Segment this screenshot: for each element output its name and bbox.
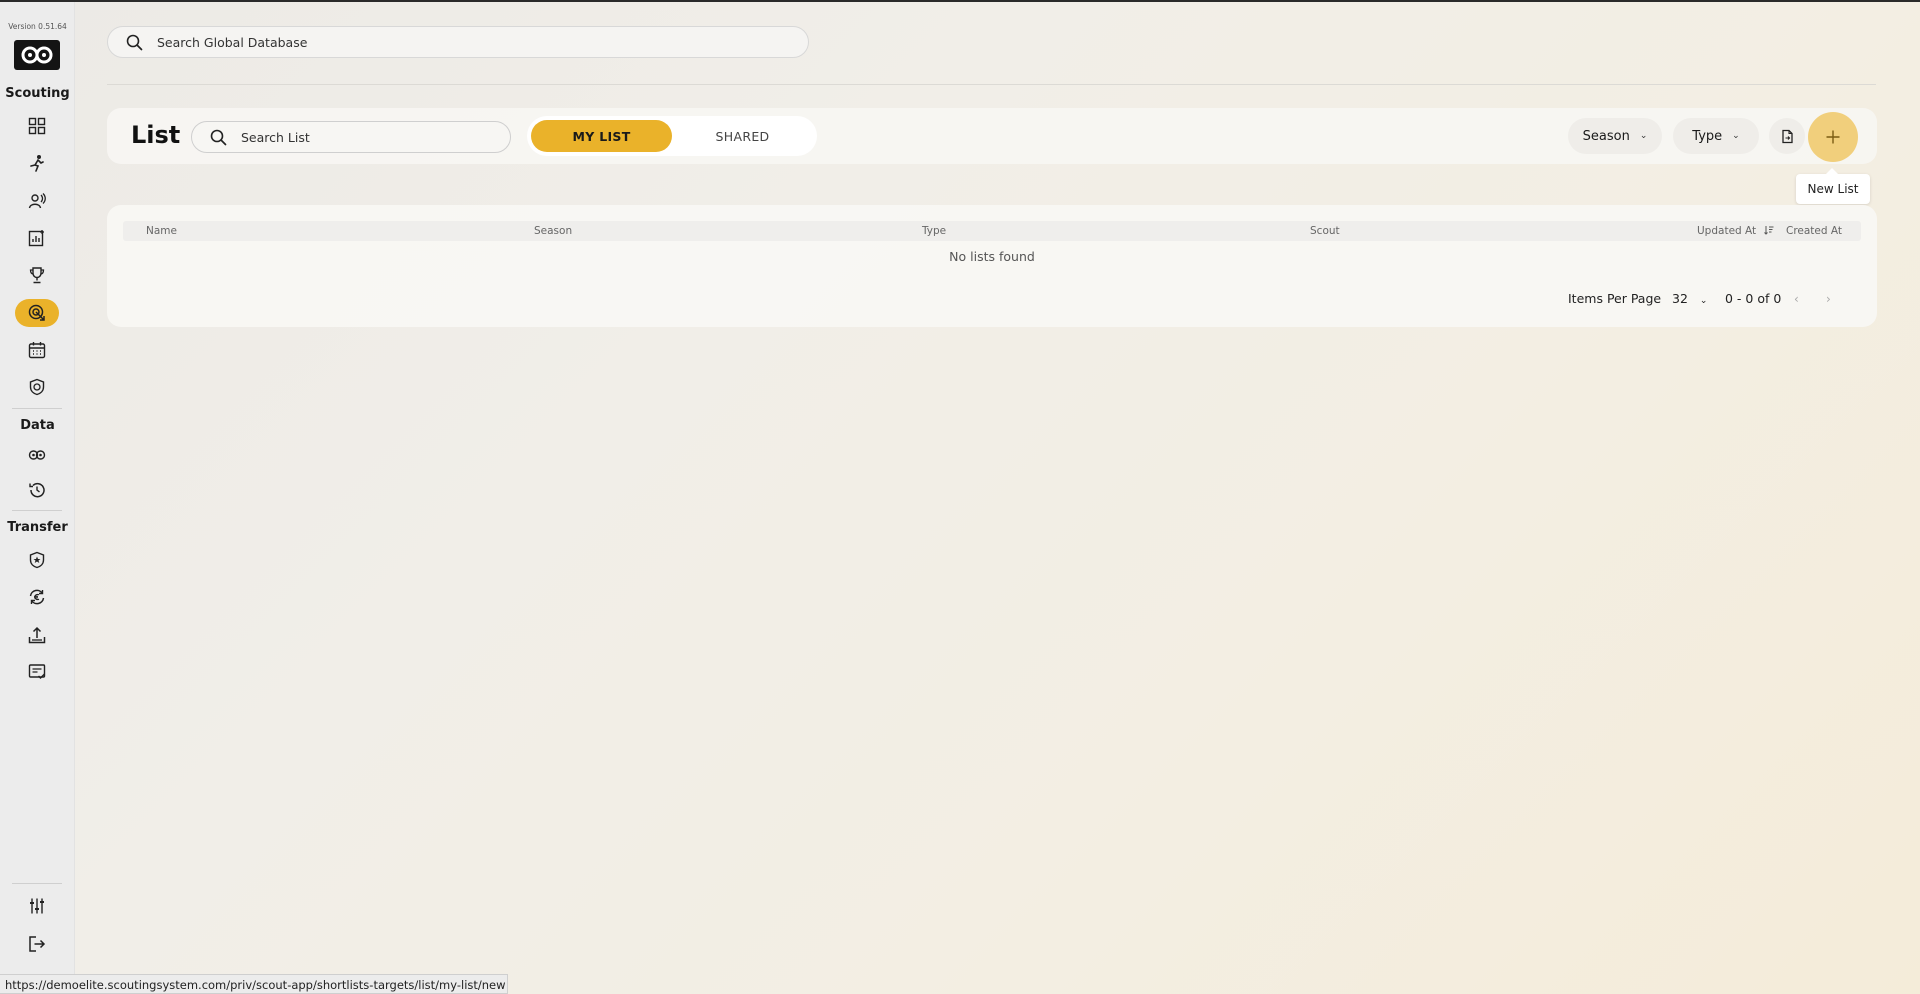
section-label-data: Data: [20, 418, 55, 433]
target-icon: [28, 304, 45, 321]
type-filter-dropdown[interactable]: Type ⌄: [1673, 118, 1759, 154]
type-filter-label: Type: [1692, 128, 1723, 144]
nav-trophies[interactable]: [15, 261, 59, 289]
global-search-placeholder: Search Global Database: [157, 34, 308, 50]
nav-transfers[interactable]: [15, 583, 59, 611]
nav-scouts[interactable]: [15, 187, 59, 215]
list-search-placeholder: Search List: [241, 129, 310, 145]
sort-descending-icon: [1763, 226, 1773, 235]
list-toolbar: List Search List MY LIST SHARED Season ⌄…: [107, 108, 1877, 164]
nav-calendar[interactable]: [15, 336, 59, 364]
dashboard-icon: [28, 117, 46, 135]
items-per-page-select[interactable]: 32 ⌄: [1672, 291, 1707, 306]
status-bar-url: https://demoelite.scoutingsystem.com/pri…: [0, 974, 508, 994]
list-search-input[interactable]: Search List: [191, 121, 511, 153]
search-icon: [126, 34, 143, 50]
sidebar-divider: [12, 408, 62, 409]
trophy-icon: [29, 267, 45, 284]
data-icon: [28, 450, 46, 460]
page-title: List: [131, 121, 181, 149]
column-header-scout[interactable]: Scout: [1310, 225, 1340, 237]
export-button[interactable]: [1769, 118, 1805, 154]
pagination-range: 0 - 0 of 0: [1725, 291, 1782, 306]
euro-exchange-icon: [29, 589, 45, 605]
chevron-right-icon: ›: [1826, 292, 1831, 306]
sidebar-divider: [12, 510, 62, 511]
nav-logout[interactable]: [15, 930, 59, 958]
items-per-page-value: 32: [1672, 291, 1688, 306]
header-divider: [107, 84, 1876, 85]
column-header-updated-at[interactable]: Updated At: [1697, 225, 1774, 237]
chevron-left-icon: ‹: [1794, 292, 1799, 306]
search-icon: [210, 129, 227, 145]
empty-state-message: No lists found: [949, 249, 1035, 264]
logo-icon: [21, 46, 53, 64]
section-label-scouting: Scouting: [5, 86, 70, 101]
nav-players[interactable]: [15, 149, 59, 177]
report-icon: [28, 230, 44, 247]
nav-history[interactable]: [15, 476, 59, 504]
nav-dashboard[interactable]: [15, 112, 59, 140]
chevron-down-icon: ⌄: [1732, 131, 1740, 141]
club-icon: [29, 551, 45, 569]
new-list-button[interactable]: [1808, 112, 1858, 162]
lists-table: Name Season Type Scout Updated At Create…: [107, 205, 1877, 327]
column-header-created-at[interactable]: Created At: [1786, 225, 1842, 237]
app-logo[interactable]: [14, 40, 60, 70]
tab-shared[interactable]: SHARED: [672, 120, 813, 152]
nav-data[interactable]: [15, 441, 59, 469]
next-page-button[interactable]: ›: [1826, 292, 1831, 306]
file-export-icon: [1781, 129, 1793, 143]
logout-icon: [29, 936, 46, 952]
plus-icon: [1826, 130, 1840, 144]
chevron-down-icon: ⌄: [1639, 131, 1648, 141]
shield-icon: [29, 378, 45, 396]
column-header-name[interactable]: Name: [146, 225, 177, 237]
nav-settings[interactable]: [15, 892, 59, 920]
section-label-transfer: Transfer: [7, 520, 68, 535]
items-per-page-label: Items Per Page: [1568, 291, 1662, 306]
new-list-tooltip: New List: [1796, 168, 1870, 204]
column-header-season[interactable]: Season: [534, 225, 572, 237]
nav-checklist[interactable]: [15, 658, 59, 686]
column-header-updated-at-label: Updated At: [1697, 225, 1757, 237]
nav-clubs[interactable]: [15, 546, 59, 574]
app-version: Version 0.51.64: [8, 22, 67, 31]
tab-my-list[interactable]: MY LIST: [531, 120, 672, 152]
nav-shortlists-targets[interactable]: [15, 299, 59, 327]
previous-page-button[interactable]: ‹: [1794, 292, 1799, 306]
window-top-border: [0, 0, 1920, 2]
season-filter-label: Season: [1582, 128, 1630, 144]
sidebar-divider: [12, 883, 62, 884]
calendar-icon: [28, 342, 46, 359]
checklist-icon: [28, 664, 46, 680]
chevron-down-icon: ⌄: [1699, 296, 1708, 306]
list-scope-toggle: MY LIST SHARED: [527, 116, 817, 156]
nav-reports[interactable]: [15, 224, 59, 252]
history-icon: [29, 482, 45, 498]
season-filter-dropdown[interactable]: Season ⌄: [1568, 118, 1662, 154]
nav-upload[interactable]: [15, 621, 59, 649]
column-header-type[interactable]: Type: [922, 225, 946, 237]
nav-teams[interactable]: [15, 373, 59, 401]
upload-icon: [28, 626, 46, 644]
settings-sliders-icon: [30, 898, 44, 914]
sidebar: Version 0.51.64 Scouting Data Transfer: [0, 2, 75, 994]
player-icon: [30, 155, 44, 172]
global-search-input[interactable]: Search Global Database: [107, 26, 809, 58]
table-header: Name Season Type Scout Updated At Create…: [123, 221, 1861, 241]
scout-icon: [28, 193, 46, 209]
